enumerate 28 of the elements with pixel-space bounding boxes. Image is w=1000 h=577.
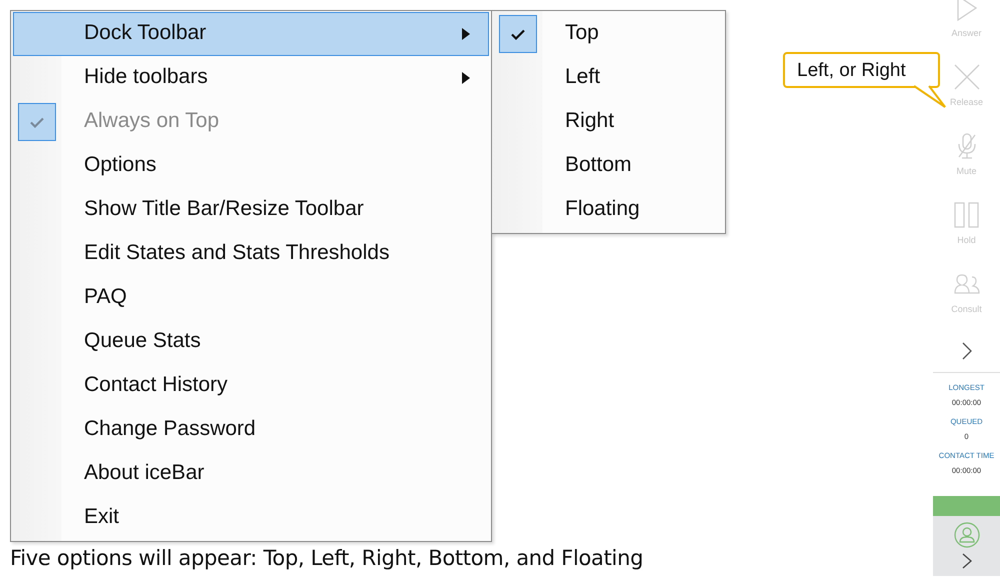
muted-microphone-icon bbox=[956, 133, 976, 159]
menu-item[interactable]: Left bbox=[494, 56, 723, 100]
menu-item[interactable]: Top bbox=[494, 12, 723, 56]
menu-item[interactable]: Floating bbox=[494, 188, 723, 232]
pause-icon bbox=[954, 202, 980, 228]
caption-text: Five options will appear: Top, Left, Right, Bottom, and Floating bbox=[10, 546, 644, 570]
submenu-arrow-icon bbox=[462, 72, 470, 84]
close-icon bbox=[954, 64, 980, 90]
menu-item[interactable]: Dock Toolbar bbox=[13, 12, 489, 56]
menu-item[interactable]: Options bbox=[13, 144, 489, 188]
menu-item[interactable]: Exit bbox=[13, 496, 489, 540]
menu-item[interactable]: Edit States and Stats Thresholds bbox=[13, 232, 489, 276]
menu-item[interactable]: Hide toolbars bbox=[13, 56, 489, 100]
play-icon bbox=[956, 0, 978, 21]
menu-item[interactable]: Show Title Bar/Resize Toolbar bbox=[13, 188, 489, 232]
status-bar bbox=[933, 496, 1000, 516]
menu-item[interactable]: Queue Stats bbox=[13, 320, 489, 364]
chevron-right-icon bbox=[962, 342, 972, 360]
people-icon bbox=[954, 274, 980, 294]
chevron-right-icon bbox=[962, 553, 972, 569]
user-avatar-icon bbox=[954, 522, 980, 548]
menu-item[interactable]: Bottom bbox=[494, 144, 723, 188]
submenu-arrow-icon bbox=[462, 28, 470, 40]
menu-item[interactable]: PAQ bbox=[13, 276, 489, 320]
menu-item[interactable]: Change Password bbox=[13, 408, 489, 452]
menu-item[interactable]: Contact History bbox=[13, 364, 489, 408]
menu-item[interactable]: Right bbox=[494, 100, 723, 144]
menu-item[interactable]: About iceBar bbox=[13, 452, 489, 496]
